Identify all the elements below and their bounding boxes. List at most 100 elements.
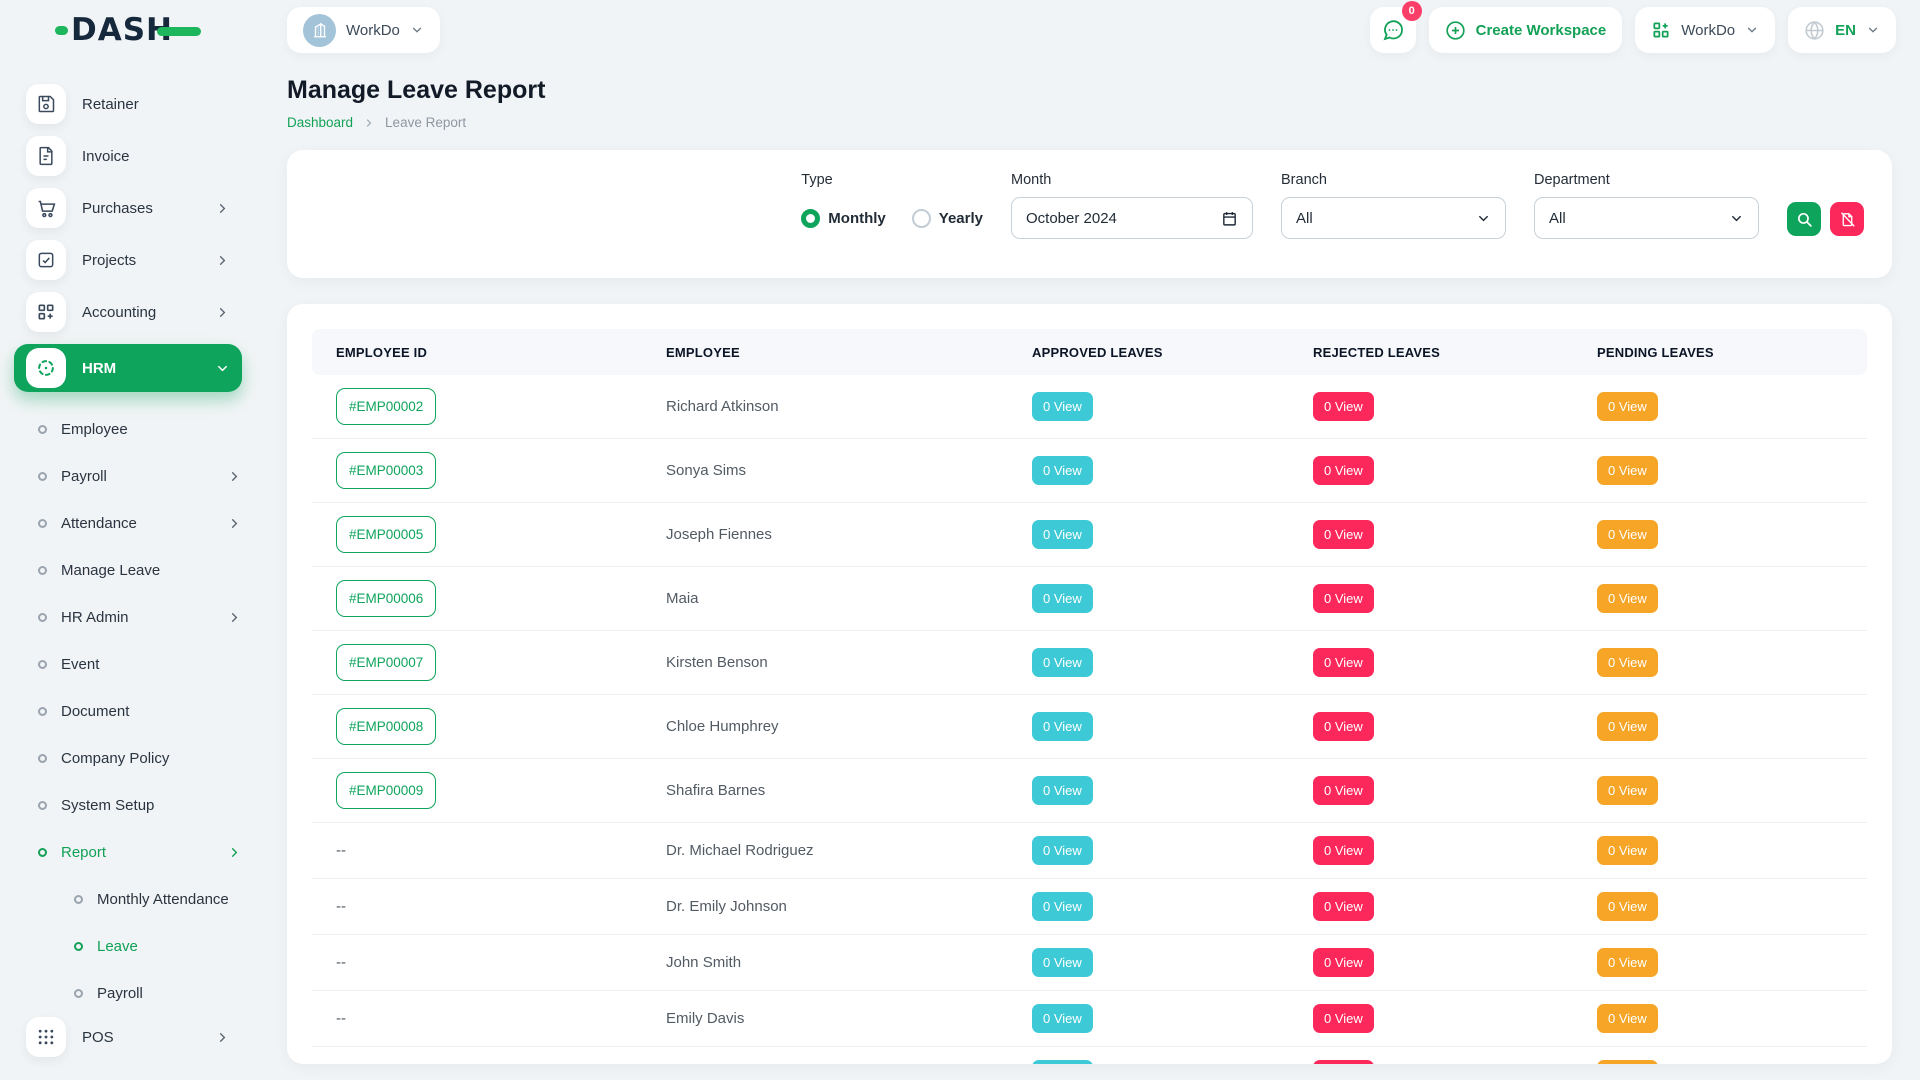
- chevron-right-icon: [215, 305, 230, 320]
- approved-leaves-view-button[interactable]: 0 View: [1032, 456, 1093, 485]
- sidebar-item-invoice[interactable]: Invoice: [14, 136, 242, 176]
- create-workspace-button[interactable]: Create Workspace: [1429, 7, 1623, 53]
- branch-select[interactable]: All: [1281, 197, 1506, 239]
- employee-id-empty: --: [336, 842, 346, 859]
- rejected-leaves-view-button[interactable]: 0 View: [1313, 648, 1374, 677]
- month-input[interactable]: October 2024: [1011, 197, 1253, 239]
- employee-id-button[interactable]: #EMP00007: [336, 644, 436, 681]
- bullet-icon: [38, 519, 47, 528]
- type-monthly-radio[interactable]: Monthly: [801, 209, 886, 228]
- approved-leaves-view-button[interactable]: 0 View: [1032, 892, 1093, 921]
- company-menu-button[interactable]: WorkDo: [1635, 7, 1775, 53]
- approved-leaves-view-button[interactable]: 0 View: [1032, 1060, 1093, 1064]
- pending-leaves-view-button[interactable]: 0 View: [1597, 776, 1658, 805]
- type-yearly-radio[interactable]: Yearly: [912, 209, 983, 228]
- pending-leaves-view-button[interactable]: 0 View: [1597, 648, 1658, 677]
- sidebar-item-monthly-attendance[interactable]: Monthly Attendance: [14, 876, 242, 923]
- employee-name: Dr. Emily Johnson: [666, 898, 787, 915]
- pending-leaves-view-button[interactable]: 0 View: [1597, 1004, 1658, 1033]
- breadcrumb-dashboard-link[interactable]: Dashboard: [287, 115, 353, 130]
- approved-leaves-view-button[interactable]: 0 View: [1032, 776, 1093, 805]
- table-row: #EMP00006Maia0 View0 View0 View: [312, 567, 1867, 631]
- approved-leaves-view-button[interactable]: 0 View: [1032, 392, 1093, 421]
- sidebar-item-company-policy[interactable]: Company Policy: [14, 735, 242, 782]
- rejected-leaves-view-button[interactable]: 0 View: [1313, 1060, 1374, 1064]
- table-row: #EMP00009Shafira Barnes0 View0 View0 Vie…: [312, 759, 1867, 823]
- pending-leaves-view-button[interactable]: 0 View: [1597, 1060, 1658, 1064]
- chevron-right-icon: [363, 117, 375, 129]
- pending-leaves-view-button[interactable]: 0 View: [1597, 520, 1658, 549]
- dash-logo[interactable]: DASH: [55, 12, 201, 48]
- sidebar-item-purchases[interactable]: Purchases: [14, 188, 242, 228]
- approved-leaves-view-button[interactable]: 0 View: [1032, 948, 1093, 977]
- sidebar-item-hr-admin[interactable]: HR Admin: [14, 594, 242, 641]
- language-selector[interactable]: EN: [1788, 7, 1896, 53]
- approved-leaves-view-button[interactable]: 0 View: [1032, 836, 1093, 865]
- rejected-leaves-view-button[interactable]: 0 View: [1313, 584, 1374, 613]
- sidebar-item-projects[interactable]: Projects: [14, 240, 242, 280]
- approved-leaves-view-button[interactable]: 0 View: [1032, 1004, 1093, 1033]
- employee-id-button[interactable]: #EMP00009: [336, 772, 436, 809]
- department-select[interactable]: All: [1534, 197, 1759, 239]
- sidebar-item-pos[interactable]: POS: [14, 1017, 242, 1057]
- rejected-leaves-view-button[interactable]: 0 View: [1313, 836, 1374, 865]
- chevron-down-icon: [1729, 211, 1744, 226]
- sidebar-item-label: Manage Leave: [61, 562, 242, 579]
- sidebar-item-accounting[interactable]: Accounting: [14, 292, 242, 332]
- reset-button[interactable]: [1830, 202, 1864, 236]
- sidebar-item-leave[interactable]: Leave: [14, 923, 242, 970]
- workspace-switcher[interactable]: WorkDo: [287, 7, 440, 53]
- sidebar-item-event[interactable]: Event: [14, 641, 242, 688]
- logo-dash-icon: [55, 26, 68, 35]
- type-label: Type: [801, 172, 983, 188]
- search-button[interactable]: [1787, 202, 1821, 236]
- rejected-leaves-view-button[interactable]: 0 View: [1313, 712, 1374, 741]
- sidebar-item-manage-leave[interactable]: Manage Leave: [14, 547, 242, 594]
- bullet-icon: [38, 801, 47, 810]
- employee-id-button[interactable]: #EMP00008: [336, 708, 436, 745]
- rejected-leaves-view-button[interactable]: 0 View: [1313, 520, 1374, 549]
- employee-id-button[interactable]: #EMP00002: [336, 388, 436, 425]
- bullet-icon: [38, 566, 47, 575]
- sidebar-item-attendance[interactable]: Attendance: [14, 500, 242, 547]
- chevron-right-icon: [227, 610, 242, 625]
- branch-label: Branch: [1281, 172, 1506, 188]
- pending-leaves-view-button[interactable]: 0 View: [1597, 584, 1658, 613]
- breadcrumb-current: Leave Report: [385, 115, 466, 130]
- sidebar-item-hrm[interactable]: HRM: [14, 344, 242, 392]
- rejected-leaves-view-button[interactable]: 0 View: [1313, 392, 1374, 421]
- create-workspace-label: Create Workspace: [1476, 22, 1607, 39]
- sidebar-item-system-setup[interactable]: System Setup: [14, 782, 242, 829]
- approved-leaves-view-button[interactable]: 0 View: [1032, 712, 1093, 741]
- pending-leaves-view-button[interactable]: 0 View: [1597, 892, 1658, 921]
- approved-leaves-view-button[interactable]: 0 View: [1032, 648, 1093, 677]
- pending-leaves-view-button[interactable]: 0 View: [1597, 948, 1658, 977]
- pending-leaves-view-button[interactable]: 0 View: [1597, 712, 1658, 741]
- chat-bubble-icon: [1381, 18, 1405, 42]
- workspace-avatar: [303, 14, 336, 47]
- sidebar-item-payroll[interactable]: Payroll: [14, 970, 242, 1017]
- approved-leaves-view-button[interactable]: 0 View: [1032, 584, 1093, 613]
- pending-leaves-view-button[interactable]: 0 View: [1597, 392, 1658, 421]
- rejected-leaves-view-button[interactable]: 0 View: [1313, 1004, 1374, 1033]
- sidebar-item-payroll[interactable]: Payroll: [14, 453, 242, 500]
- employee-id-button[interactable]: #EMP00003: [336, 452, 436, 489]
- sidebar-item-report[interactable]: Report: [14, 829, 242, 876]
- pending-leaves-view-button[interactable]: 0 View: [1597, 456, 1658, 485]
- sidebar-item-employee[interactable]: Employee: [14, 406, 242, 453]
- table-row: --Dr. Emily Johnson0 View0 View0 View: [312, 879, 1867, 935]
- employee-id-button[interactable]: #EMP00005: [336, 516, 436, 553]
- sidebar-item-retainer[interactable]: Retainer: [14, 84, 242, 124]
- sidebar-item-label: Employee: [61, 421, 242, 438]
- messages-button[interactable]: 0: [1370, 7, 1416, 53]
- rejected-leaves-view-button[interactable]: 0 View: [1313, 456, 1374, 485]
- pending-leaves-view-button[interactable]: 0 View: [1597, 836, 1658, 865]
- rejected-leaves-view-button[interactable]: 0 View: [1313, 776, 1374, 805]
- month-label: Month: [1011, 172, 1253, 188]
- rejected-leaves-view-button[interactable]: 0 View: [1313, 948, 1374, 977]
- sidebar-item-document[interactable]: Document: [14, 688, 242, 735]
- rejected-leaves-view-button[interactable]: 0 View: [1313, 892, 1374, 921]
- approved-leaves-view-button[interactable]: 0 View: [1032, 520, 1093, 549]
- employee-id-button[interactable]: #EMP00006: [336, 580, 436, 617]
- employee-id-empty: --: [336, 1010, 346, 1027]
